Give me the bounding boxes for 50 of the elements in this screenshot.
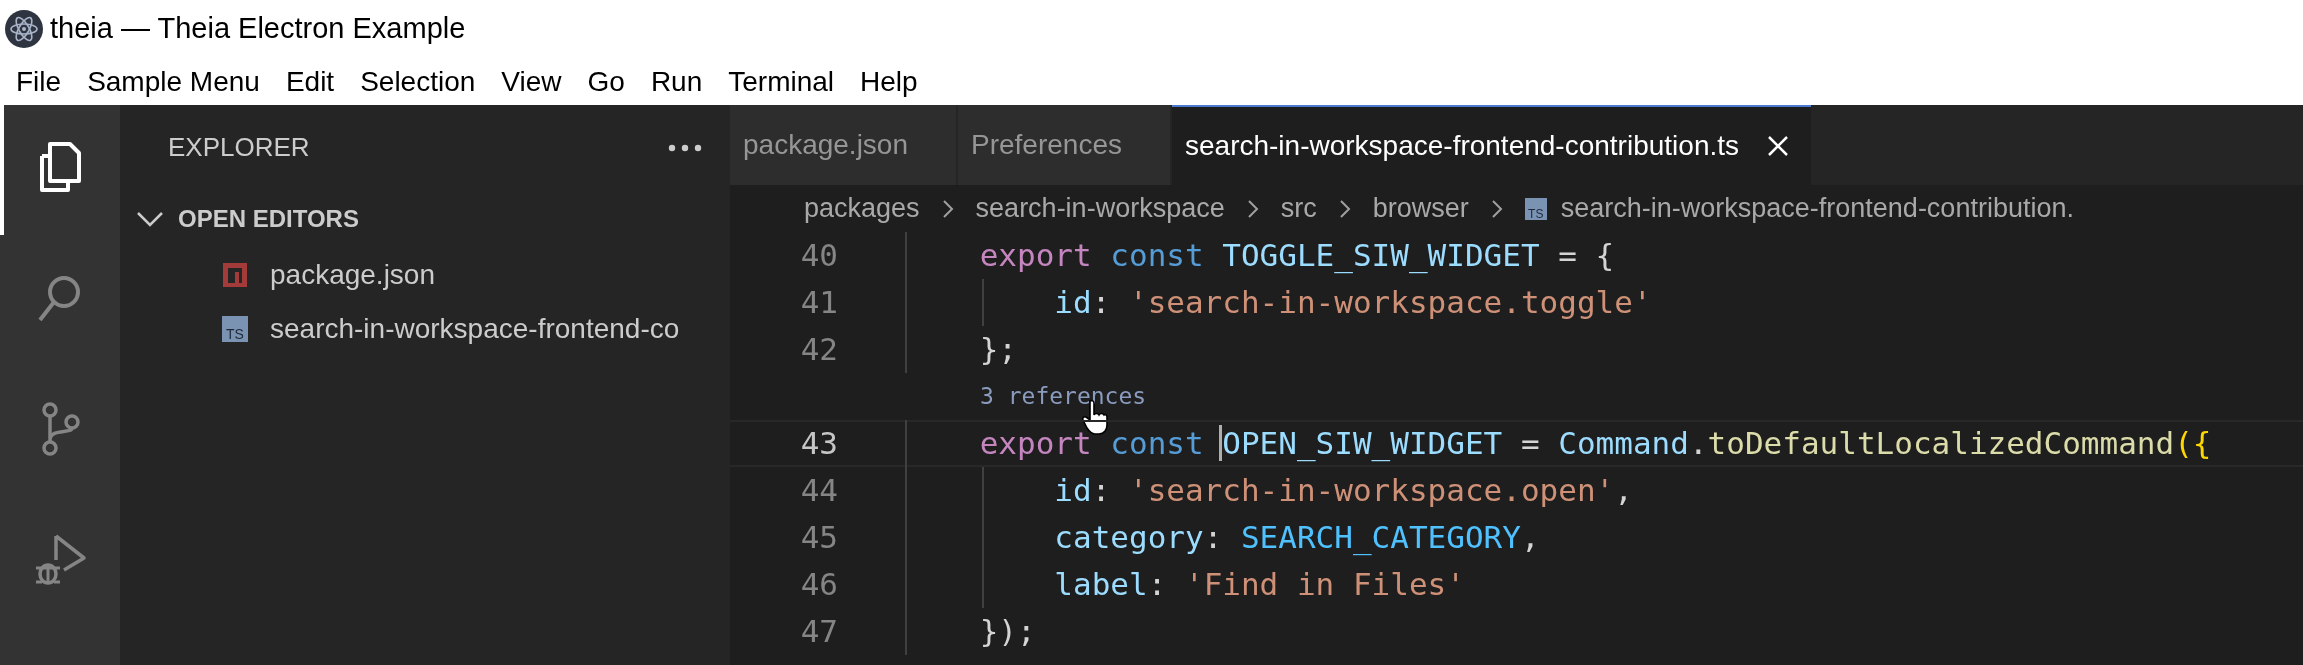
menu-item[interactable]: File bbox=[3, 60, 75, 103]
npm-file-icon bbox=[222, 262, 248, 288]
menu-item[interactable]: Selection bbox=[347, 60, 489, 103]
menu-item[interactable]: View bbox=[488, 60, 575, 103]
sidebar-title: EXPLORER bbox=[168, 131, 310, 164]
chevron-icon bbox=[1490, 198, 1503, 219]
app-logo-icon bbox=[4, 9, 44, 49]
line-number: 40 bbox=[799, 236, 838, 276]
menu-item[interactable]: Sample Menu bbox=[74, 60, 273, 103]
code-line: export const OPEN_SIW_WIDGET = Command.toDefaultLocalizedCommand({ bbox=[978, 424, 2212, 464]
line-number: 44 bbox=[799, 471, 838, 511]
open-editor-entry[interactable]: package.json bbox=[270, 254, 435, 296]
editor-tab[interactable]: search-in-workspace-frontend-contribution.ts bbox=[1172, 105, 1811, 185]
chevron-icon bbox=[941, 198, 954, 219]
line-number: 46 bbox=[799, 565, 838, 605]
code-line: }; bbox=[978, 330, 1017, 369]
menu-item[interactable]: Run bbox=[637, 60, 716, 103]
breadcrumb-item[interactable]: src bbox=[1280, 188, 1317, 229]
breadcrumb-item[interactable]: search-in-workspace-frontend-contribution. bbox=[1560, 188, 2074, 229]
code-line: id: 'search-in-workspace.open', bbox=[1053, 471, 1633, 510]
window-title: theia — Theia Electron Example bbox=[50, 11, 466, 47]
menu-item[interactable]: Edit bbox=[272, 60, 348, 103]
more-actions-icon[interactable] bbox=[668, 143, 702, 152]
line-number: 45 bbox=[799, 518, 838, 558]
menu-item[interactable]: Go bbox=[574, 60, 638, 103]
menu-item[interactable]: Terminal bbox=[715, 60, 848, 103]
code-line: id: 'search-in-workspace.toggle' bbox=[1053, 283, 1652, 322]
code-line: }); bbox=[978, 612, 1036, 651]
breadcrumb-item[interactable]: search-in-workspace bbox=[975, 188, 1225, 229]
chevron-icon[interactable] bbox=[136, 211, 164, 227]
editor-tab[interactable]: Preferences bbox=[958, 105, 1172, 185]
line-number: 47 bbox=[799, 612, 838, 652]
ts-file-icon: TS bbox=[1524, 197, 1547, 220]
line-number: 42 bbox=[799, 330, 838, 370]
code-line: label: 'Find in Files' bbox=[1053, 565, 1465, 604]
open-editor-entry[interactable]: search-in-workspace-frontend-co bbox=[270, 308, 680, 350]
references-link[interactable]: 3 references bbox=[980, 379, 1147, 414]
code-line: export const TOGGLE_SIW_WIDGET = { bbox=[978, 236, 1615, 276]
line-number: 41 bbox=[799, 283, 838, 323]
close-icon[interactable] bbox=[1767, 135, 1789, 157]
line-number: 43 bbox=[799, 424, 838, 464]
breadcrumb-item[interactable]: packages bbox=[804, 188, 920, 229]
section-header[interactable]: OPEN EDITORS bbox=[178, 201, 359, 237]
menu-item[interactable]: Help bbox=[847, 60, 931, 103]
chevron-icon bbox=[1338, 198, 1351, 219]
code-line: category: SEARCH_CATEGORY, bbox=[1053, 518, 1540, 558]
editor-tab[interactable]: package.json bbox=[730, 105, 958, 185]
ts-file-icon: TS bbox=[222, 316, 248, 342]
chevron-icon bbox=[1246, 198, 1259, 219]
breadcrumb-item[interactable]: browser bbox=[1372, 188, 1469, 229]
